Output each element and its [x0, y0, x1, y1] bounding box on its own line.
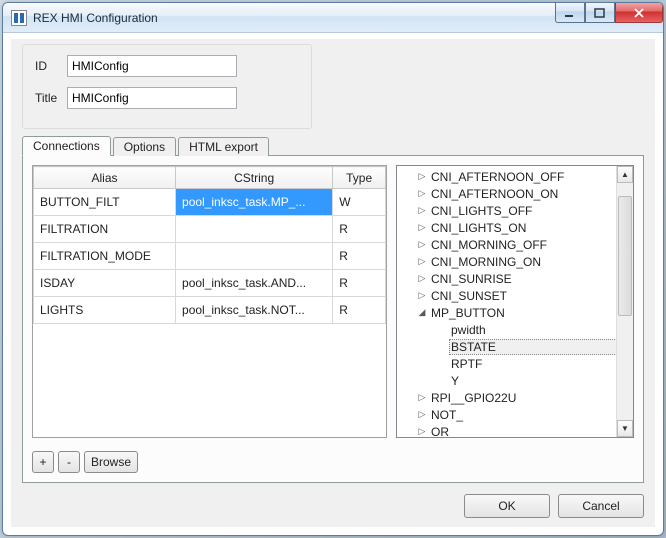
expand-icon[interactable]: ▷ [415, 256, 429, 267]
tree-node-label: CNI_AFTERNOON_OFF [429, 170, 566, 184]
minimize-button[interactable] [555, 3, 585, 23]
scroll-up-icon[interactable]: ▲ [617, 166, 633, 183]
tree-node-label: CNI_SUNRISE [429, 272, 514, 286]
expand-icon[interactable]: ▷ [415, 239, 429, 250]
scroll-down-icon[interactable]: ▼ [617, 420, 633, 437]
add-button[interactable]: + [32, 451, 54, 473]
expand-icon[interactable]: ▷ [415, 188, 429, 199]
tree-node-label: OR_ [429, 425, 458, 439]
col-header-alias[interactable]: Alias [34, 167, 176, 189]
tree-node[interactable]: Y [397, 372, 633, 389]
cell-type[interactable]: W [333, 189, 386, 216]
browse-button[interactable]: Browse [84, 451, 138, 473]
tree-node-label: Y [449, 374, 461, 388]
expand-icon[interactable]: ▷ [415, 222, 429, 233]
app-icon [11, 10, 27, 26]
tab-panel: Alias CString Type BUTTON_FILTWFILTRATIO… [22, 155, 644, 483]
tree-node[interactable]: ◢MP_BUTTON [397, 304, 633, 321]
cell-type[interactable]: R [333, 270, 386, 297]
tab-options[interactable]: Options [113, 137, 176, 156]
cell-alias[interactable]: FILTRATION [34, 216, 176, 243]
maximize-button[interactable] [585, 3, 615, 23]
expand-icon[interactable]: ▷ [415, 205, 429, 216]
tree-node[interactable]: ▷CNI_MORNING_OFF [397, 236, 633, 253]
remove-button[interactable]: - [58, 451, 80, 473]
cell-type[interactable]: R [333, 297, 386, 324]
expand-icon[interactable]: ▷ [415, 426, 429, 437]
tree-node[interactable]: ▷CNI_AFTERNOON_OFF [397, 168, 633, 185]
id-label: ID [35, 59, 67, 73]
tree-node-label: CNI_SUNSET [429, 289, 509, 303]
tree-node-label: RPI__GPIO22U [429, 391, 518, 405]
tree-node[interactable]: ▷OR_ [397, 423, 633, 438]
id-field[interactable] [67, 55, 237, 77]
tree-scrollbar[interactable]: ▲ ▼ [616, 166, 633, 437]
tree-node-label: CNI_LIGHTS_OFF [429, 204, 534, 218]
titlebar[interactable]: REX HMI Configuration [3, 3, 663, 33]
tab-html-export[interactable]: HTML export [178, 137, 269, 156]
tree-node-label: pwidth [449, 323, 488, 337]
cell-alias[interactable]: BUTTON_FILT [34, 189, 176, 216]
tree-node-label: CNI_LIGHTS_ON [429, 221, 528, 235]
cell-alias[interactable]: ISDAY [34, 270, 176, 297]
tab-connections[interactable]: Connections [22, 136, 111, 156]
expand-icon[interactable]: ◢ [415, 307, 429, 318]
tree-node[interactable]: ▷CNI_LIGHTS_ON [397, 219, 633, 236]
cstring-edit-input[interactable] [177, 190, 331, 214]
cell-alias[interactable]: LIGHTS [34, 297, 176, 324]
cell-cstring[interactable]: pool_inksc_task.NOT... [176, 297, 333, 324]
table-row[interactable]: FILTRATION R [34, 216, 386, 243]
tree-node-label: CNI_AFTERNOON_ON [429, 187, 560, 201]
cell-cstring[interactable] [176, 243, 333, 270]
tree-node-label: BSTATE [449, 339, 627, 355]
cell-alias[interactable]: FILTRATION_MODE [34, 243, 176, 270]
cell-type[interactable]: R [333, 243, 386, 270]
cancel-button[interactable]: Cancel [558, 494, 644, 518]
title-label: Title [35, 91, 67, 105]
dialog-content: ID Title Connections Options HTML export… [11, 39, 655, 527]
col-header-cstring[interactable]: CString [176, 167, 333, 189]
connections-grid[interactable]: Alias CString Type BUTTON_FILTWFILTRATIO… [32, 165, 387, 438]
cell-cstring[interactable] [176, 189, 333, 216]
header-group: ID Title [22, 44, 312, 129]
table-row[interactable]: BUTTON_FILT W [34, 189, 386, 216]
table-row[interactable]: ISDAYpool_inksc_task.AND...R [34, 270, 386, 297]
tree-node[interactable]: ▷CNI_SUNRISE [397, 270, 633, 287]
window-title: REX HMI Configuration [33, 11, 158, 25]
tree-node-label: RPTF [449, 357, 484, 371]
tree-node-label: CNI_MORNING_ON [429, 255, 543, 269]
expand-icon[interactable]: ▷ [415, 409, 429, 420]
close-button[interactable] [615, 3, 663, 23]
tree-node[interactable]: ▷CNI_AFTERNOON_ON [397, 185, 633, 202]
expand-icon[interactable]: ▷ [415, 392, 429, 403]
tree-node-label: CNI_MORNING_OFF [429, 238, 549, 252]
expand-icon[interactable]: ▷ [415, 273, 429, 284]
table-row[interactable]: LIGHTSpool_inksc_task.NOT...R [34, 297, 386, 324]
table-row[interactable]: FILTRATION_MODE R [34, 243, 386, 270]
tree-node[interactable]: ▷NOT_ [397, 406, 633, 423]
col-header-type[interactable]: Type [333, 167, 386, 189]
tree-node-label: NOT_ [429, 408, 465, 422]
expand-icon[interactable]: ▷ [415, 290, 429, 301]
tree-node[interactable]: RPTF [397, 355, 633, 372]
scroll-thumb[interactable] [618, 196, 632, 316]
cell-cstring[interactable] [176, 216, 333, 243]
tree-node[interactable]: ▷CNI_SUNSET [397, 287, 633, 304]
tree-node[interactable]: ▷CNI_LIGHTS_OFF [397, 202, 633, 219]
ok-button[interactable]: OK [464, 494, 550, 518]
title-field[interactable] [67, 87, 237, 109]
tree-node-label: MP_BUTTON [429, 306, 507, 320]
expand-icon[interactable]: ▷ [415, 171, 429, 182]
tree-node[interactable]: BSTATE [397, 338, 633, 355]
dialog-window: REX HMI Configuration ID Title Connectio… [2, 2, 664, 536]
cell-cstring[interactable]: pool_inksc_task.AND... [176, 270, 333, 297]
tree-node[interactable]: ▷CNI_MORNING_ON [397, 253, 633, 270]
cell-type[interactable]: R [333, 216, 386, 243]
tree-node[interactable]: pwidth [397, 321, 633, 338]
tree-view[interactable]: ▷CNI_AFTERNOON_OFF▷CNI_AFTERNOON_ON▷CNI_… [396, 165, 634, 438]
tree-node[interactable]: ▷RPI__GPIO22U [397, 389, 633, 406]
tabstrip: Connections Options HTML export [22, 136, 271, 156]
